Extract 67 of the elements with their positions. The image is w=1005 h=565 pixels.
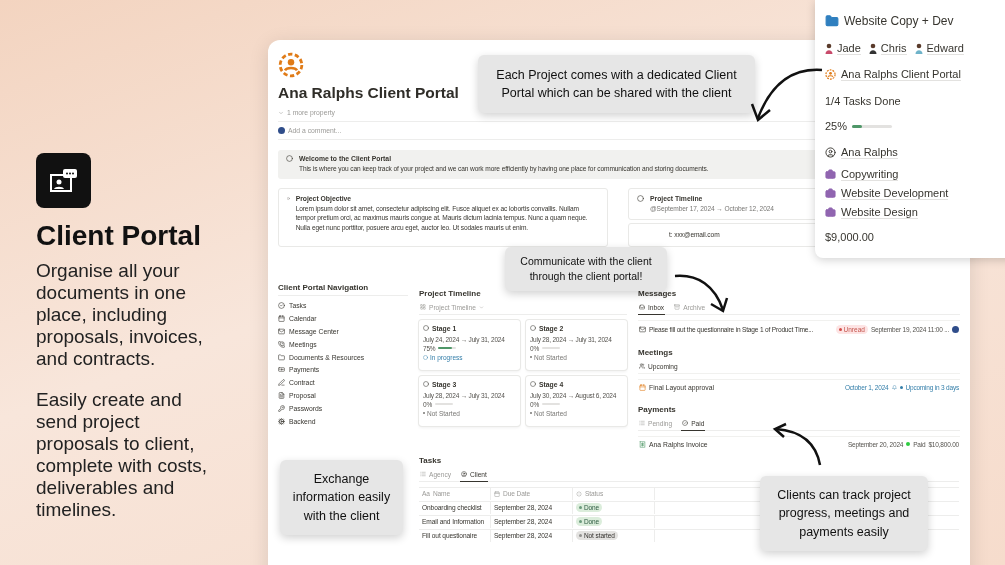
callout-note: Communicate with the client through the client portal! (505, 247, 667, 291)
calendar-icon (639, 383, 646, 391)
archive-icon (674, 304, 681, 310)
banknote-icon (278, 366, 285, 374)
chevron-icon (478, 304, 484, 310)
section-title: Tasks (419, 455, 443, 465)
callout-note: Each Project comes with a dedicated Client Portal which can be shared with the client (478, 55, 755, 113)
calendar-icon (494, 490, 500, 497)
hero-title: Client Portal (36, 220, 202, 252)
loader-icon (576, 490, 582, 497)
person-icon (868, 43, 877, 55)
progress-reading: 25% (825, 120, 848, 133)
list-icon (420, 471, 426, 477)
service-link[interactable]: Copywriting (841, 168, 899, 182)
status-dot (906, 442, 911, 446)
curved-arrow (772, 422, 822, 466)
users-icon (639, 363, 645, 369)
section-title: Client Portal Navigation (278, 282, 408, 296)
person-icon (825, 69, 836, 81)
service-link[interactable]: Website Design (841, 206, 918, 220)
person-icon (278, 52, 304, 78)
person-link[interactable]: Jade (837, 42, 861, 56)
hero-paragraph: Organise all your documents in one place, including proposals, invoices, and contracts. (36, 260, 204, 370)
popup-title: Website Copy + Dev (844, 13, 954, 28)
page-title: Ana Ralphs Client Portal (278, 84, 459, 102)
briefcase-icon (825, 207, 836, 219)
avatar-icon (278, 127, 285, 134)
section-title: Payments (638, 404, 677, 414)
grid-icon (420, 304, 426, 310)
service-link[interactable]: Website Development (841, 187, 949, 201)
mail-icon (639, 325, 646, 333)
section-title: Messages (638, 288, 678, 298)
person-link[interactable]: Chris (880, 42, 907, 56)
portal-link[interactable]: Ana Ralphs Client Portal (841, 68, 961, 82)
callout-note: Exchange information easily with the client (280, 460, 403, 535)
calendar-icon (278, 315, 285, 323)
callout-note: Clients can track project progress, meetings and payments easily (760, 476, 928, 551)
person-icon (914, 43, 923, 55)
folder-icon (825, 13, 839, 28)
folder-icon (278, 353, 285, 361)
pen-icon (278, 379, 285, 387)
dot-icon (899, 385, 903, 389)
inbox-icon (639, 304, 645, 310)
app-icon (36, 153, 91, 208)
phone-icon (278, 340, 285, 348)
hero-paragraph: Easily create and send project proposals to client, complete with costs, deliverables and timelines. (36, 389, 209, 521)
section-title: Meetings (638, 347, 674, 357)
curved-arrow (674, 274, 729, 313)
key-icon (278, 404, 285, 412)
briefcase-icon (825, 188, 836, 200)
chevron-icon (278, 109, 284, 116)
mail-icon (278, 328, 285, 335)
receipt-icon (639, 440, 646, 448)
client-link[interactable]: Ana Ralphs (841, 145, 898, 159)
section-title: Project Timeline (419, 288, 482, 298)
person-icon (825, 43, 833, 55)
briefcase-icon (825, 169, 836, 181)
tasks-done: 1/4 Tasks Done (825, 94, 901, 107)
gear-icon (278, 417, 285, 425)
budget-amount: $9,000.00 (825, 231, 874, 244)
document-icon (278, 391, 285, 399)
list-icon (639, 420, 645, 426)
user-icon (461, 471, 467, 477)
person-link[interactable]: Edward (926, 42, 964, 56)
user-icon (825, 146, 836, 158)
bell-icon (891, 384, 897, 390)
avatar-icon (952, 325, 959, 333)
